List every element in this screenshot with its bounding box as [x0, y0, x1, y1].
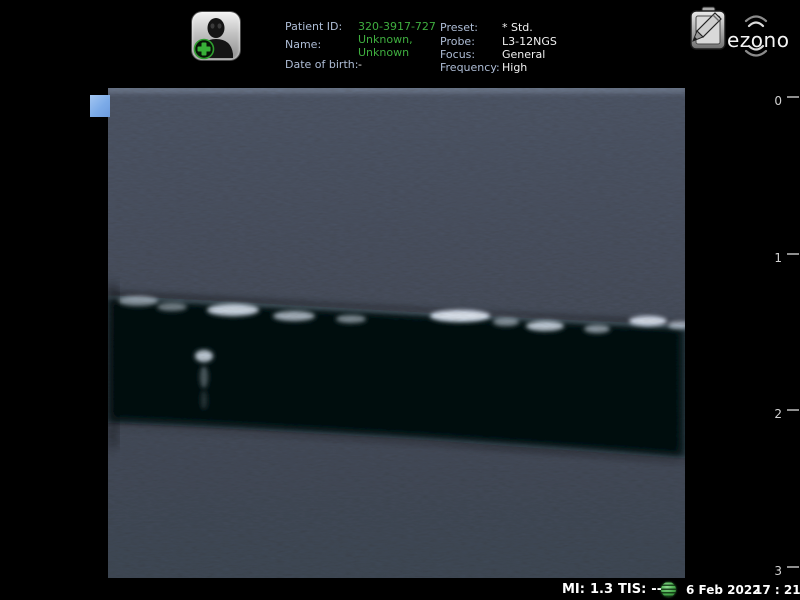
mi-value: 1.3 [590, 582, 613, 597]
depth-label-3: 3 [768, 564, 782, 578]
battery-status-icon [661, 582, 676, 597]
patient-dob-label: Date of birth: [285, 58, 358, 71]
patient-avatar-icon [192, 12, 240, 60]
depth-tick-0 [787, 96, 799, 98]
focus-value: General [502, 48, 545, 61]
clipboard-pencil-icon [688, 6, 728, 54]
depth-label-0: 0 [768, 94, 782, 108]
green-cross-badge [195, 40, 214, 59]
depth-label-1: 1 [768, 251, 782, 265]
preset-value: * Std. [502, 21, 533, 34]
preset-label: Preset: [440, 21, 478, 34]
depth-tick-1 [787, 253, 799, 255]
focus-label: Focus: [440, 48, 475, 61]
patient-id-label: Patient ID: [285, 20, 342, 33]
patient-name-value-line2: Unknown [358, 46, 409, 59]
frequency-label: Frequency: [440, 61, 500, 74]
patient-name-label: Name: [285, 38, 321, 51]
probe-value: L3-12NGS [502, 35, 557, 48]
ultrasound-tissue-speckle [108, 88, 685, 578]
app-background: { "header": { "patient": { "id_label": "… [0, 0, 800, 600]
status-time: 17 : 21 [754, 583, 800, 597]
depth-tick-3 [787, 566, 799, 568]
patient-id-value: 320-3917-727 [358, 20, 436, 33]
probe-label: Probe: [440, 35, 475, 48]
depth-label-2: 2 [768, 407, 782, 421]
mi-label: MI: [562, 582, 585, 597]
patient-name-value-line1: Unknown, [358, 33, 413, 46]
patient-info-button[interactable] [192, 12, 240, 60]
depth-tick-2 [787, 409, 799, 411]
ultrasound-image [108, 88, 685, 578]
acoustic-output-readout: MI: 1.3 TIS: -- [562, 582, 662, 597]
exam-data-button[interactable] [688, 6, 728, 58]
status-date: 6 Feb 2022 [686, 583, 761, 597]
brand-soundwave-icon [736, 8, 776, 64]
orientation-marker [90, 95, 110, 117]
patient-dob-value: - [358, 58, 362, 71]
status-bar [0, 578, 800, 600]
tis-label: TIS: [618, 582, 646, 597]
frequency-value: High [502, 61, 527, 74]
